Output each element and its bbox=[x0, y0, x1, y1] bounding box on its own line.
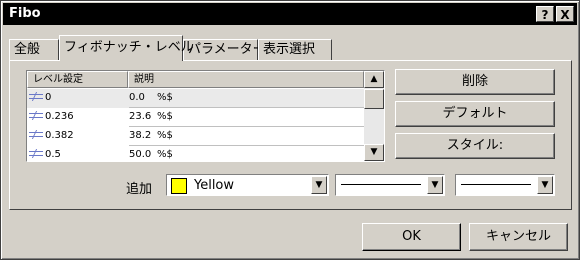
tab-display[interactable]: 表示選択 bbox=[258, 39, 332, 61]
level-value: 0.5 bbox=[45, 149, 61, 160]
table-row[interactable]: 0.5 50.0 %$ bbox=[27, 146, 364, 161]
level-suffix: %$ bbox=[157, 130, 173, 141]
levels-list[interactable]: レベル設定 説明 0 0.0 %$ 0.236 23.6 %$ 0.382 38… bbox=[26, 70, 385, 162]
color-swatch bbox=[171, 178, 187, 194]
table-row[interactable]: 0.382 38.2 %$ bbox=[27, 127, 364, 146]
table-row[interactable]: 0.236 23.6 %$ bbox=[27, 108, 364, 127]
color-select-value: Yellow bbox=[194, 178, 235, 193]
level-suffix: %$ bbox=[157, 92, 173, 103]
chevron-down-icon[interactable]: ▼ bbox=[537, 176, 553, 194]
chevron-down-icon[interactable]: ▼ bbox=[311, 176, 327, 194]
level-suffix: %$ bbox=[157, 111, 173, 122]
level-description: 0.0 bbox=[129, 92, 145, 103]
tab-general[interactable]: 全般 bbox=[9, 39, 59, 61]
window-title: Fibo bbox=[9, 6, 41, 21]
level-line-icon bbox=[29, 92, 43, 101]
level-line-icon bbox=[29, 111, 43, 120]
help-button[interactable]: ? bbox=[536, 6, 554, 22]
level-line-icon bbox=[29, 130, 43, 139]
level-line-icon bbox=[29, 149, 43, 158]
color-select[interactable]: Yellow ▼ bbox=[166, 174, 329, 196]
line-width-select[interactable]: ▼ bbox=[455, 174, 555, 196]
column-level[interactable]: レベル設定 bbox=[27, 71, 128, 88]
tab-parameters[interactable]: パラメーター bbox=[183, 39, 266, 61]
level-description: 38.2 bbox=[129, 130, 152, 141]
level-description: 23.6 bbox=[129, 111, 152, 122]
default-button[interactable]: デフォルト bbox=[395, 101, 555, 127]
level-value: 0 bbox=[45, 92, 52, 103]
chevron-down-icon[interactable]: ▼ bbox=[427, 176, 443, 194]
level-value: 0.382 bbox=[45, 130, 74, 141]
style-button[interactable]: スタイル: bbox=[395, 133, 555, 159]
fibo-dialog: Fibo ? X 全般 フィボナッチ・レベル パラメーター 表示選択 レベル設定… bbox=[0, 0, 580, 260]
ok-button[interactable]: OK bbox=[362, 223, 461, 251]
delete-button[interactable]: 削除 bbox=[395, 69, 555, 95]
tab-fibonacci-levels[interactable]: フィボナッチ・レベル bbox=[59, 35, 194, 61]
level-value: 0.236 bbox=[45, 111, 74, 122]
scroll-up-button[interactable]: ▲ bbox=[364, 71, 384, 88]
table-row[interactable]: 0 0.0 %$ bbox=[27, 89, 364, 108]
cancel-button[interactable]: キャンセル bbox=[469, 223, 568, 251]
add-label: 追加 bbox=[126, 182, 153, 197]
line-width-preview bbox=[461, 184, 531, 185]
scroll-thumb[interactable] bbox=[364, 89, 384, 109]
level-description: 50.0 bbox=[129, 149, 152, 160]
column-description[interactable]: 説明 bbox=[128, 71, 364, 88]
level-suffix: %$ bbox=[157, 149, 173, 160]
title-bar: Fibo ? X bbox=[3, 3, 577, 25]
scroll-down-button[interactable]: ▼ bbox=[364, 144, 384, 161]
line-style-select[interactable]: ▼ bbox=[335, 174, 445, 196]
close-button[interactable]: X bbox=[556, 6, 574, 22]
levels-header: レベル設定 説明 bbox=[27, 71, 364, 88]
levels-scrollbar[interactable]: ▲ ▼ bbox=[364, 71, 384, 161]
line-style-preview bbox=[341, 184, 421, 185]
